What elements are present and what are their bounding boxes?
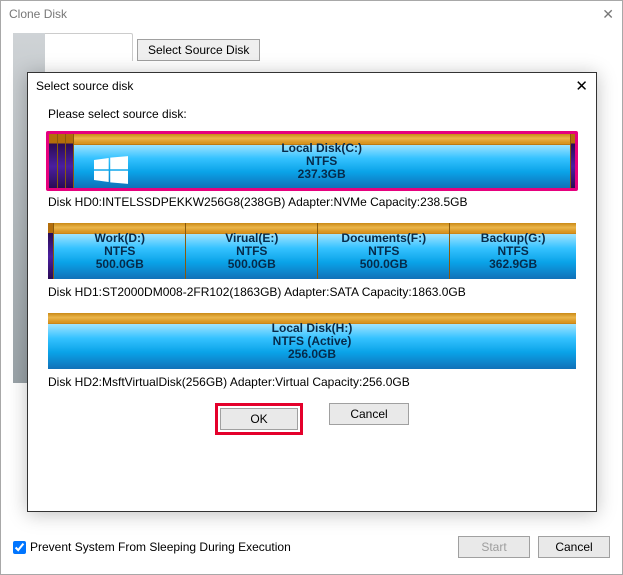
window-title: Clone Disk (9, 1, 67, 27)
disk-bar[interactable]: Local Disk(H:)NTFS (Active)256.0GB (46, 311, 578, 371)
partition-label: NTFS (236, 245, 267, 258)
partition[interactable]: Local Disk(H:)NTFS (Active)256.0GB (48, 313, 576, 369)
close-icon[interactable]: ✕ (602, 1, 614, 27)
outer-cancel-button[interactable]: Cancel (538, 536, 610, 558)
partition-label: Local Disk(H:) (272, 322, 353, 335)
prevent-sleep-label: Prevent System From Sleeping During Exec… (30, 540, 291, 554)
partition-label: 500.0GB (228, 258, 276, 271)
tab-strip: Select Source Disk (13, 33, 610, 61)
partition-label: Documents(F:) (341, 232, 426, 245)
partition-label: 256.0GB (288, 348, 336, 361)
partition-label: Virual(E:) (225, 232, 278, 245)
partition[interactable]: Backup(G:)NTFS362.9GB (449, 223, 576, 279)
disk-info: Disk HD1:ST2000DM008-2FR102(1863GB) Adap… (48, 285, 576, 299)
disk-info: Disk HD0:INTELSSDPEKKW256G8(238GB) Adapt… (48, 195, 576, 209)
disk-bar[interactable]: Work(D:)NTFS500.0GBVirual(E:)NTFS500.0GB… (46, 221, 578, 281)
disk-row[interactable]: Local Disk(H:)NTFS (Active)256.0GB Disk H… (46, 311, 578, 389)
partition[interactable]: Virual(E:)NTFS500.0GB (185, 223, 317, 279)
disk-row[interactable]: Local Disk(C:)NTFS237.3GB Disk HD0:INTELS… (46, 131, 578, 209)
partition-label: NTFS (Active) (273, 335, 352, 348)
select-source-disk-dialog: Select source disk ✕ Please select sourc… (27, 72, 597, 512)
partition[interactable] (570, 134, 575, 188)
partition-label: 362.9GB (489, 258, 537, 271)
partition[interactable]: Work(D:)NTFS500.0GB (53, 223, 185, 279)
prevent-sleep-input[interactable] (13, 541, 26, 554)
prevent-sleep-checkbox[interactable]: Prevent System From Sleeping During Exec… (13, 540, 291, 554)
partition-label: Work(D:) (95, 232, 145, 245)
partition-label: NTFS (368, 245, 399, 258)
ok-highlight: OK (215, 403, 303, 435)
partition[interactable]: Documents(F:)NTFS500.0GB (317, 223, 449, 279)
ok-button[interactable]: OK (220, 408, 298, 430)
start-button: Start (458, 536, 530, 558)
partition-label: 500.0GB (96, 258, 144, 271)
dialog-close-icon[interactable]: ✕ (575, 77, 588, 95)
disk-bar[interactable]: Local Disk(C:)NTFS237.3GB (46, 131, 578, 191)
select-source-disk-tab[interactable]: Select Source Disk (137, 39, 260, 61)
partition-label: Backup(G:) (481, 232, 546, 245)
partition[interactable] (57, 134, 65, 188)
partition-label: NTFS (497, 245, 528, 258)
dialog-prompt: Please select source disk: (48, 107, 578, 121)
dialog-cancel-button[interactable]: Cancel (329, 403, 409, 425)
partition-label: NTFS (306, 155, 337, 168)
dialog-title: Select source disk (36, 79, 133, 93)
partition-label: 237.3GB (298, 168, 346, 181)
partition[interactable]: Local Disk(C:)NTFS237.3GB (73, 134, 570, 188)
partition-label: 500.0GB (360, 258, 408, 271)
disk-row[interactable]: Work(D:)NTFS500.0GBVirual(E:)NTFS500.0GB… (46, 221, 578, 299)
partition-label: Local Disk(C:) (281, 142, 362, 155)
partition-label: NTFS (104, 245, 135, 258)
partition[interactable] (65, 134, 73, 188)
partition[interactable] (49, 134, 57, 188)
windows-logo-icon (94, 156, 128, 184)
disk-info: Disk HD2:MsftVirtualDisk(256GB) Adapter:… (48, 375, 576, 389)
